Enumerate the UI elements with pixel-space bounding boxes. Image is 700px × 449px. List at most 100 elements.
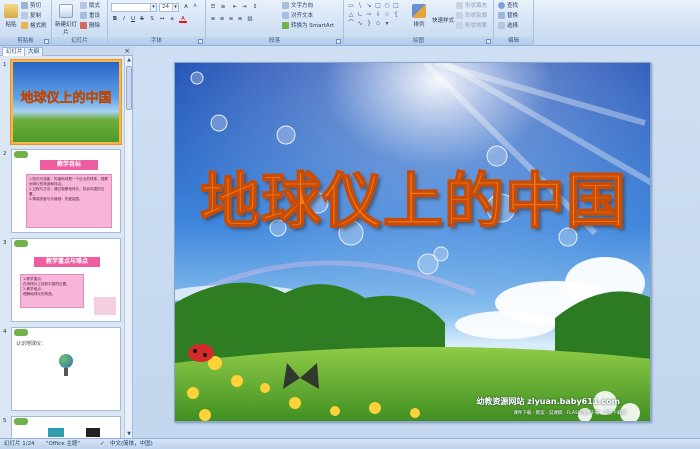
replace-button[interactable]: 替换: [498, 12, 518, 21]
drawing-group-label: 绘图: [344, 37, 493, 45]
cut-button[interactable]: 剪切: [21, 2, 41, 11]
tab-outline[interactable]: 大纲: [24, 47, 44, 56]
square-shape-icon[interactable]: □: [392, 2, 400, 10]
star-shape-icon[interactable]: ✩: [374, 20, 382, 28]
close-icon[interactable]: ×: [124, 47, 130, 55]
arrow-down-shape-icon[interactable]: ⇩: [374, 11, 382, 19]
pen-icon: [456, 12, 463, 19]
reset-button[interactable]: 重设: [80, 12, 100, 21]
line-shape-icon[interactable]: \: [356, 2, 364, 10]
arrange-button[interactable]: 排列: [410, 4, 428, 28]
scroll-up-icon[interactable]: ▲: [125, 56, 133, 64]
align-center-icon[interactable]: ≡: [218, 15, 226, 23]
panel-tabs: 幻灯片 大纲 ×: [0, 46, 133, 56]
quick-styles-button[interactable]: 快速样式: [430, 16, 456, 24]
arrow-right-shape-icon[interactable]: ⇨: [365, 11, 373, 19]
new-slide-icon: [59, 4, 73, 18]
clipboard-launcher[interactable]: [44, 39, 49, 44]
align-right-icon[interactable]: ≡: [227, 15, 235, 23]
slide-thumbnail-5[interactable]: [11, 416, 121, 438]
current-slide[interactable]: 地球仪上的中国 幼教资源网站 ziyuan.baby611.com 课件下载 ·…: [174, 62, 651, 422]
drawing-launcher[interactable]: [486, 39, 491, 44]
status-bar: 幻灯片 1/24 "Office 主题" ✓ 中文(简体，中国): [0, 438, 700, 449]
grow-font-icon[interactable]: A: [182, 3, 190, 11]
align-text-button[interactable]: 对齐文本: [282, 12, 313, 21]
increase-indent-icon[interactable]: ⇥: [240, 3, 248, 11]
align-left-icon[interactable]: ≡: [209, 15, 217, 23]
char-spacing-icon[interactable]: ↔: [158, 15, 166, 23]
font-group-label: 字体: [108, 37, 205, 45]
curve-shape-icon[interactable]: ∟: [356, 11, 364, 19]
bullets-icon[interactable]: ☰: [209, 3, 217, 11]
numbering-icon[interactable]: ≡: [219, 3, 227, 11]
shape-outline-button[interactable]: 形状轮廓: [456, 12, 487, 21]
rectangle-shape-icon[interactable]: ▭: [347, 2, 355, 10]
thumb-heading: 教学目标: [40, 160, 98, 170]
slide-background: [175, 63, 650, 421]
search-icon: [498, 2, 505, 9]
underline-icon[interactable]: U: [129, 15, 137, 23]
scissors-icon: [21, 2, 28, 9]
change-case-icon[interactable]: a: [168, 15, 176, 23]
brace-shape-icon[interactable]: }: [365, 20, 373, 28]
bold-icon[interactable]: B: [111, 15, 119, 23]
text-direction-button[interactable]: 文字方向: [282, 2, 313, 11]
panel-scrollbar[interactable]: ▲ ▼: [124, 56, 132, 438]
shrink-font-icon[interactable]: A: [191, 3, 199, 11]
shadow-icon[interactable]: S: [148, 15, 156, 23]
font-color-icon[interactable]: A: [179, 15, 187, 23]
clipboard-group: 粘贴 剪切 复制 格式刷 剪贴板: [0, 0, 52, 46]
slide-thumbnail-1[interactable]: 地球仪上的中国: [10, 59, 122, 145]
language-indicator[interactable]: 中文(简体，中国): [110, 439, 153, 449]
slide-thumbnail-4[interactable]: 认识地球仪：: [11, 327, 121, 411]
italic-icon[interactable]: I: [120, 15, 128, 23]
scroll-down-icon[interactable]: ▼: [125, 430, 133, 438]
justify-icon[interactable]: ≡: [236, 15, 244, 23]
copy-button[interactable]: 复制: [21, 12, 41, 21]
rectangle-shape-icon[interactable]: □: [374, 2, 382, 10]
slide-number: 3: [3, 240, 7, 246]
spellcheck-icon[interactable]: ✓: [100, 439, 105, 449]
line-spacing-icon[interactable]: ↕: [251, 3, 259, 11]
format-painter-button[interactable]: 格式刷: [21, 22, 47, 31]
decrease-indent-icon[interactable]: ⇤: [231, 3, 239, 11]
slide-title[interactable]: 地球仪上的中国: [175, 153, 650, 240]
slide-thumbnail-3[interactable]: 教学重点与难点 1.教学重点： 在地球仪上找到中国的位置。 2.教学难点： 理解…: [11, 238, 121, 322]
curve-shape-icon[interactable]: ∿: [356, 20, 364, 28]
select-button[interactable]: 选择: [498, 22, 518, 31]
paragraph-launcher[interactable]: [336, 39, 341, 44]
tab-slides[interactable]: 幻灯片: [2, 47, 27, 56]
delete-slide-button[interactable]: 删除: [80, 22, 100, 31]
thumb-text-box: 1.教学重点： 在地球仪上找到中国的位置。 2.教学难点： 理解地球仪的构造。: [20, 274, 84, 308]
paragraph-group: ☰ ≡ ⇤ ⇥ ↕ ≡ ≡ ≡ ≡ ▥ 文字方向 对齐文本 转换为 SmartA…: [206, 0, 344, 46]
strikethrough-icon[interactable]: S: [138, 15, 146, 23]
columns-icon[interactable]: ▥: [246, 15, 254, 23]
font-group: ▾ 24 ▾ A A B I U S S ↔ a A 字体: [108, 0, 206, 46]
font-launcher[interactable]: [198, 39, 203, 44]
smartart-button[interactable]: 转换为 SmartArt: [282, 22, 334, 31]
triangle-shape-icon[interactable]: △: [347, 11, 355, 19]
watermark-site: 幼教资源网站 ziyuan.baby611.com: [476, 397, 620, 406]
arc-shape-icon[interactable]: ⌒: [347, 20, 355, 28]
oval-shape-icon[interactable]: ○: [383, 2, 391, 10]
scrollbar-thumb[interactable]: [126, 66, 132, 110]
star-shape-icon[interactable]: ☆: [383, 11, 391, 19]
new-slide-button[interactable]: 新建幻灯片: [55, 4, 77, 36]
slide-number: 4: [3, 329, 7, 335]
shape-effects-button[interactable]: 形状效果: [456, 22, 487, 31]
slide-editor: 地球仪上的中国 幼教资源网站 ziyuan.baby611.com 课件下载 ·…: [134, 46, 700, 438]
logo-icon: [14, 418, 28, 425]
paste-button[interactable]: 粘贴: [3, 4, 19, 28]
text-direction-icon: [282, 2, 289, 9]
font-size-combo[interactable]: 24 ▾: [159, 3, 179, 12]
find-button[interactable]: 查找: [498, 2, 518, 11]
shape-fill-button[interactable]: 形状填充: [456, 2, 487, 11]
thumb-image: [48, 428, 64, 437]
slide-thumbnail-2[interactable]: 教学目标 1.知识与技能：知道地球是一个巨大的球体，观察地球仪的构造和特点。 2…: [11, 149, 121, 233]
brace-shape-icon[interactable]: {: [392, 11, 400, 19]
brush-icon: [21, 22, 28, 29]
more-shapes-icon[interactable]: ▾: [383, 20, 391, 28]
arrow-shape-icon[interactable]: ↘: [365, 2, 373, 10]
font-name-combo[interactable]: ▾: [111, 3, 157, 12]
layout-button[interactable]: 版式: [80, 2, 100, 11]
